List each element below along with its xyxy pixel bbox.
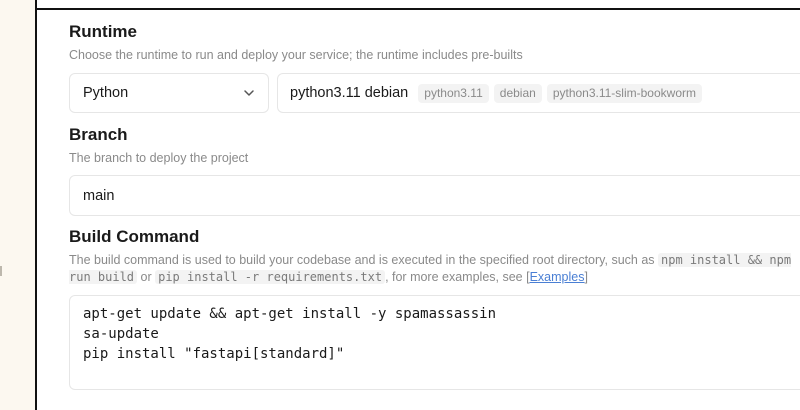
branch-section: Branch The branch to deploy the project … — [69, 123, 800, 216]
build-command-line: pip install "fastapi[standard]" — [83, 346, 345, 362]
runtime-tag: python3.11-slim-bookworm — [546, 83, 702, 103]
runtime-row: Python python3.11 debian python3.11 debi… — [69, 73, 800, 113]
left-gutter — [0, 0, 35, 410]
build-command-title: Build Command — [69, 227, 200, 246]
gutter-marker — [0, 266, 2, 276]
examples-link[interactable]: Examples — [530, 270, 585, 284]
runtime-description: Choose the runtime to run and deploy you… — [69, 48, 523, 62]
runtime-tag: python3.11 — [418, 83, 489, 103]
branch-value: main — [83, 187, 115, 204]
settings-content: Runtime Choose the runtime to run and de… — [69, 20, 800, 390]
panel-top-border — [35, 8, 800, 10]
build-desc-text: , for more examples, see — [385, 270, 527, 284]
runtime-version-select[interactable]: python3.11 debian python3.11 debian pyth… — [277, 73, 800, 113]
build-command-line: apt-get update && apt-get install -y spa… — [83, 306, 497, 322]
runtime-version-value: python3.11 debian — [290, 85, 409, 101]
build-example-code: pip install -r requirements.txt — [155, 270, 386, 284]
build-desc-or: or — [137, 270, 156, 284]
chevron-down-icon — [244, 90, 254, 96]
runtime-language-select[interactable]: Python — [69, 73, 269, 113]
panel-left-border — [35, 0, 37, 410]
build-command-description: The build command is used to build your … — [69, 252, 800, 286]
build-command-line: sa-update — [83, 326, 159, 342]
examples-bracket-close: ] — [584, 270, 588, 284]
build-desc-text: The build command is used to build your … — [69, 253, 658, 267]
runtime-title: Runtime — [69, 22, 137, 41]
branch-title: Branch — [69, 125, 128, 144]
settings-panel: Runtime Choose the runtime to run and de… — [0, 0, 800, 410]
runtime-language-value: Python — [83, 85, 129, 101]
branch-description: The branch to deploy the project — [69, 151, 249, 165]
runtime-tag: debian — [493, 83, 542, 103]
build-command-section: Build Command The build command is used … — [69, 225, 800, 390]
branch-input[interactable]: main — [69, 175, 800, 216]
build-command-editor[interactable]: apt-get update && apt-get install -y spa… — [69, 295, 800, 390]
runtime-section: Runtime Choose the runtime to run and de… — [69, 20, 800, 113]
